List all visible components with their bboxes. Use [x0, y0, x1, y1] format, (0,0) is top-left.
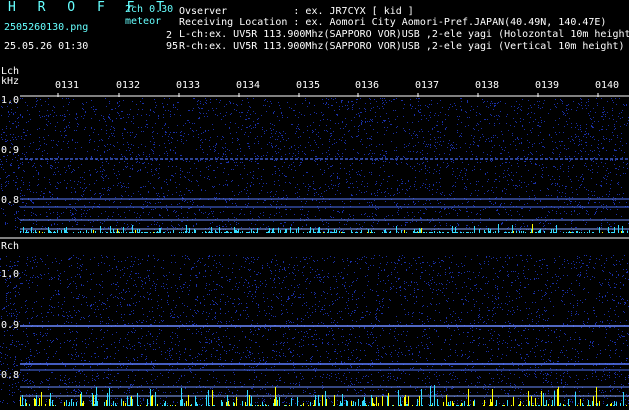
time-tick: 0135	[296, 80, 321, 91]
time-tick: 0131	[55, 80, 80, 91]
rch-panel-noise-dots	[0, 255, 629, 405]
lch-panel-noise-dots	[0, 98, 629, 232]
rch-ytick-1.0: 1.0	[1, 269, 20, 280]
time-tick: 0139	[535, 80, 560, 91]
time-tick: 0138	[475, 80, 500, 91]
lch-panel-noise	[0, 98, 629, 232]
time-tick: 0132	[116, 80, 141, 91]
time-tick: 0133	[176, 80, 201, 91]
lch-ytick-0.9: 0.9	[1, 145, 20, 156]
rch-label: Rch	[1, 241, 20, 252]
time-tick: 0140	[595, 80, 620, 91]
rch-panel-noise	[0, 255, 629, 405]
time-tick: 0134	[236, 80, 261, 91]
time-tick: 0137	[415, 80, 440, 91]
time-axis: 0131 0132 0133 0134 0135 0136 0137 0138 …	[0, 0, 629, 100]
lch-ytick-0.8: 0.8	[1, 195, 20, 206]
rch-ytick-0.8: 0.8	[1, 370, 20, 381]
time-tick: 0136	[355, 80, 380, 91]
rch-ytick-0.9: 0.9	[1, 320, 20, 331]
